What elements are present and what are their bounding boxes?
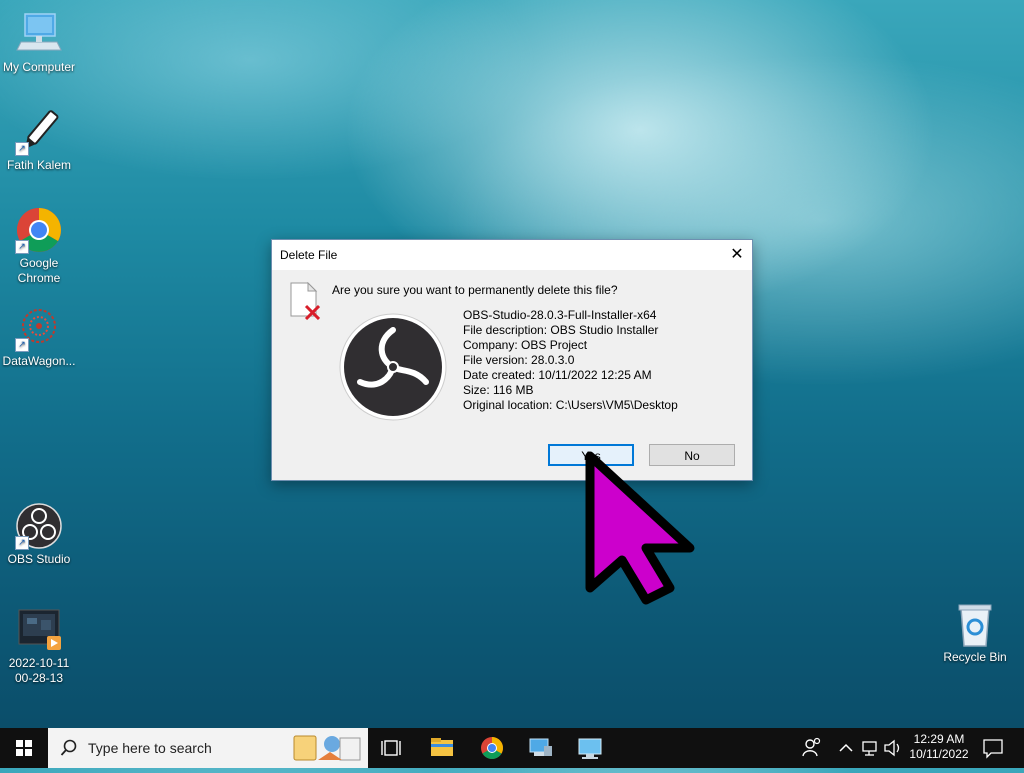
clock-time: 12:29 AM <box>913 732 965 746</box>
search-icon <box>60 739 77 756</box>
file-version: File version: 28.0.3.0 <box>463 353 575 367</box>
start-button[interactable] <box>0 728 48 768</box>
shortcut-arrow-icon: ↗ <box>15 142 29 156</box>
desktop-icon-label: Fatih Kalem <box>6 158 72 172</box>
close-icon[interactable]: ✕ <box>722 240 752 270</box>
shortcut-arrow-icon: ↗ <box>15 536 29 550</box>
desktop-icon-label: DataWagon... <box>2 354 76 368</box>
volume-button[interactable] <box>882 728 904 768</box>
delete-file-icon <box>290 281 321 321</box>
desktop-icon-datawagon[interactable]: ↗ DataWagon... <box>0 304 78 369</box>
desktop-icon-google-chrome[interactable]: ↗ Google Chrome <box>0 206 78 286</box>
dialog-titlebar[interactable]: Delete File ✕ <box>272 240 752 270</box>
people-icon <box>802 737 821 757</box>
task-view-icon <box>381 740 401 756</box>
speaker-icon <box>884 739 900 757</box>
shortcut-arrow-icon: ↗ <box>15 240 29 254</box>
desktop-icon-obs-studio[interactable]: ↗ OBS Studio <box>0 502 78 567</box>
clock-date: 10/11/2022 <box>909 747 969 761</box>
notification-icon <box>983 739 1003 759</box>
video-thumbnail-icon <box>15 606 63 654</box>
dialog-title: Delete File <box>280 248 338 262</box>
chrome-icon: ↗ <box>15 206 63 254</box>
desktop-icon-label: Google Chrome <box>17 256 61 285</box>
desktop-icon-label: 2022-10-11 00-28-13 <box>8 656 70 685</box>
delete-file-dialog: Delete File ✕ Are you sure you want to p… <box>271 239 753 481</box>
dialog-question: Are you sure you want to permanently del… <box>332 283 618 297</box>
remote-desktop-icon <box>578 738 602 759</box>
show-hidden-icons-button[interactable] <box>836 728 856 768</box>
taskbar: Type here to search 12:29 AM 10/11/2022 <box>0 728 1024 768</box>
datawagon-icon: ↗ <box>15 304 63 352</box>
file-name: OBS-Studio-28.0.3-Full-Installer-x64 <box>463 308 657 322</box>
chrome-taskbar-button[interactable] <box>472 728 512 768</box>
desktop-icon-video-file[interactable]: 2022-10-11 00-28-13 <box>0 606 78 686</box>
recycle-bin-icon <box>951 600 999 648</box>
action-center-button[interactable] <box>978 728 1008 768</box>
network-app-button[interactable] <box>520 728 560 768</box>
file-details: OBS-Studio-28.0.3-Full-Installer-x64 Fil… <box>463 308 678 413</box>
remote-desktop-button[interactable] <box>570 728 610 768</box>
desktop-icon-label: My Computer <box>2 60 76 74</box>
file-explorer-icon <box>431 738 453 756</box>
search-placeholder: Type here to search <box>88 740 212 756</box>
desktop-icon-recycle-bin[interactable]: Recycle Bin <box>936 600 1014 665</box>
desktop-icon-label: Recycle Bin <box>943 650 1007 664</box>
taskbar-search-box[interactable]: Type here to search <box>48 728 368 768</box>
network-icon <box>529 738 552 756</box>
file-explorer-button[interactable] <box>422 728 462 768</box>
task-view-button[interactable] <box>372 728 412 768</box>
desktop: My Computer ↗ Fatih Kalem ↗ Google Chrom… <box>0 0 1024 728</box>
computer-icon <box>15 10 63 58</box>
file-company: Company: OBS Project <box>463 338 588 352</box>
network-tray-button[interactable] <box>860 728 882 768</box>
network-status-icon <box>862 741 877 756</box>
obs-icon: ↗ <box>15 502 63 550</box>
desktop-icon-my-computer[interactable]: My Computer <box>0 10 78 75</box>
start-icon <box>16 740 32 756</box>
shortcut-arrow-icon: ↗ <box>15 338 29 352</box>
file-description: File description: OBS Studio Installer <box>463 323 659 337</box>
people-button[interactable] <box>800 728 824 768</box>
desktop-icon-fatih-kalem[interactable]: ↗ Fatih Kalem <box>0 108 78 173</box>
search-highlight-illustration-icon <box>293 735 361 761</box>
file-location: Original location: C:\Users\VM5\Desktop <box>463 398 678 412</box>
chevron-up-icon <box>839 743 853 752</box>
pen-icon: ↗ <box>15 108 63 156</box>
obs-icon <box>338 312 448 422</box>
file-date-created: Date created: 10/11/2022 12:25 AM <box>463 368 652 382</box>
mouse-pointer-icon <box>580 448 710 608</box>
file-size: Size: 116 MB <box>463 383 534 397</box>
system-clock[interactable]: 12:29 AM 10/11/2022 <box>904 732 974 762</box>
chrome-icon <box>481 737 503 759</box>
desktop-icon-label: OBS Studio <box>7 552 71 566</box>
